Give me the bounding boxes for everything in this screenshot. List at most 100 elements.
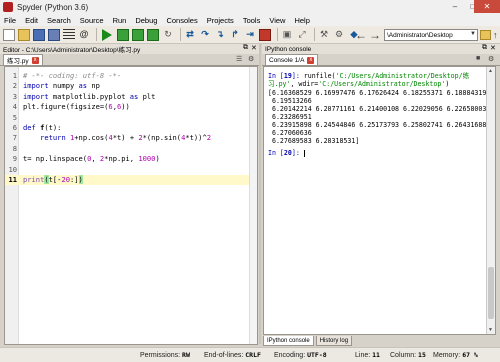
run-selection-icon[interactable]: [147, 28, 159, 41]
menu-debug[interactable]: Debug: [135, 16, 157, 25]
step-return-icon[interactable]: ↱: [229, 29, 241, 41]
console-pane-controls: ⧉ ✕: [479, 44, 496, 54]
menu-view[interactable]: View: [269, 16, 285, 25]
menu-projects[interactable]: Projects: [207, 16, 234, 25]
editor-tab-label: 练习.py: [7, 58, 29, 65]
close-button[interactable]: ✕: [474, 0, 500, 13]
menu-run[interactable]: Run: [113, 16, 127, 25]
line-number: 1: [12, 71, 17, 80]
menu-edit[interactable]: Edit: [25, 16, 38, 25]
menu-help[interactable]: Help: [294, 16, 309, 25]
code-line[interactable]: 2 import numpy as np: [5, 81, 257, 91]
console-bottom-tabs: IPython console History log: [263, 336, 354, 346]
open-file-icon[interactable]: [18, 28, 30, 41]
code-text: plt.figure(figsize=(6,6)): [23, 102, 130, 112]
console-tab[interactable]: Console 1/A x: [265, 54, 319, 65]
forward-arrow-icon[interactable]: →: [369, 28, 381, 42]
run-cell-icon[interactable]: [117, 28, 129, 41]
stop-kernel-icon[interactable]: ■: [476, 55, 480, 62]
code-line[interactable]: 1 # -*- coding: utf-8 -*-: [5, 71, 257, 81]
working-directory-input[interactable]: \Administrator\Desktop ▼: [384, 29, 478, 41]
code-line[interactable]: 3 import matplotlib.pyplot as plt: [5, 92, 257, 102]
code-line[interactable]: 7 return 1+np.cos(4*t) + 2*(np.sin(4*t))…: [5, 133, 257, 143]
editor-pane-title: Editor - C:\Users\Administrator\Desktop\…: [0, 44, 259, 54]
back-arrow-icon[interactable]: ←: [355, 28, 367, 42]
code-line[interactable]: 4 plt.figure(figsize=(6,6)): [5, 102, 257, 112]
line-number: 3: [12, 91, 17, 101]
status-column: Column: 15: [390, 351, 426, 359]
preferences-icon[interactable]: ⚒: [318, 29, 330, 41]
continue-icon[interactable]: ⇥: [244, 29, 256, 41]
pane-splitter[interactable]: [259, 44, 261, 344]
menu-search[interactable]: Search: [47, 16, 71, 25]
console-prompt: In [19]:: [268, 72, 304, 80]
save-icon[interactable]: [33, 28, 45, 41]
menu-file[interactable]: File: [4, 16, 16, 25]
code-text: import numpy as np: [23, 81, 100, 91]
options-icon[interactable]: ⚙: [488, 55, 494, 63]
run-cell-advance-icon[interactable]: [132, 28, 144, 41]
code-line[interactable]: 5: [5, 113, 257, 123]
code-text: print(t[-20:]): [23, 175, 83, 184]
code-line[interactable]: 9 t= np.linspace(0, 2*np.pi, 1000): [5, 154, 257, 164]
menu-source[interactable]: Source: [80, 16, 104, 25]
console-current-prompt[interactable]: In [20]:: [268, 149, 305, 157]
close-pane-icon[interactable]: ✕: [251, 44, 257, 54]
parent-directory-icon[interactable]: ↑: [493, 28, 498, 42]
editor-tab-bar: 练习.py x: [0, 54, 259, 66]
console-scrollbar[interactable]: ▲ ▼: [486, 67, 495, 334]
editor-title-text: Editor - C:\Users\Administrator\Desktop\…: [3, 47, 141, 54]
scroll-down-icon[interactable]: ▼: [488, 327, 493, 333]
menu-consoles[interactable]: Consoles: [166, 16, 197, 25]
at-icon[interactable]: @: [78, 29, 90, 41]
ipython-console[interactable]: In [19]: runfile('C:/Users/Administrator…: [263, 66, 496, 335]
console-prompt: In [20]:: [268, 149, 304, 157]
tab-ipython-console[interactable]: IPython console: [263, 336, 314, 346]
step-icon[interactable]: ↷: [199, 29, 211, 41]
close-window-control: ✕: [474, 0, 500, 14]
console-output-line: 6.27689583 6.28318531]: [268, 137, 360, 145]
stop-debug-icon[interactable]: [259, 28, 271, 41]
status-bar: Permissions: RW End-of-lines: CRLF Encod…: [0, 347, 500, 362]
chevron-down-icon[interactable]: ▼: [470, 31, 476, 37]
undock-icon[interactable]: ⧉: [482, 44, 487, 54]
status-eol: End-of-lines: CRLF: [204, 351, 261, 359]
step-into-icon[interactable]: ↴: [214, 29, 226, 41]
save-all-icon[interactable]: [48, 28, 60, 41]
code-editor[interactable]: 1 # -*- coding: utf-8 -*- 2 import numpy as…: [4, 66, 258, 345]
console-title-text: IPython console: [265, 45, 312, 53]
code-line[interactable]: 11 print(t[-20:]): [5, 175, 257, 185]
tab-history-log[interactable]: History log: [315, 336, 353, 346]
line-number: 11: [8, 175, 17, 184]
close-pane-icon[interactable]: ✕: [490, 44, 496, 54]
close-tab-icon[interactable]: x: [31, 56, 39, 64]
code-text: t= np.linspace(0, 2*np.pi, 1000): [23, 154, 160, 164]
run-icon[interactable]: [102, 28, 112, 41]
close-tab-icon[interactable]: x: [307, 56, 315, 64]
maximize-pane-icon[interactable]: ▣: [281, 29, 293, 41]
console-output-line: [6.16368529 6.16997476 6.17626424 6.1825…: [268, 89, 487, 97]
code-line[interactable]: 6 def f(t):: [5, 123, 257, 133]
menu-tools[interactable]: Tools: [243, 16, 261, 25]
scroll-up-icon[interactable]: ▲: [488, 68, 493, 74]
undock-icon[interactable]: ⧉: [243, 44, 248, 54]
fullscreen-icon[interactable]: ⤢: [296, 29, 308, 41]
scroll-thumb[interactable]: [488, 267, 494, 319]
minimize-button[interactable]: –: [446, 0, 464, 13]
pythonpath-icon[interactable]: ⚙: [333, 29, 345, 41]
list-icon[interactable]: [63, 28, 75, 41]
browse-folder-icon[interactable]: [480, 30, 491, 40]
editor-tab[interactable]: 练习.py x: [3, 54, 43, 65]
code-line[interactable]: 10: [5, 165, 257, 175]
rerun-icon[interactable]: ↻: [162, 29, 174, 41]
code-line[interactable]: 8: [5, 144, 257, 154]
working-directory-value: \Administrator\Desktop: [387, 31, 453, 39]
options-icon[interactable]: ⚙: [248, 55, 254, 63]
console-input-line: 习.py', wdir='C:/Users/Administrator/Desk…: [268, 80, 450, 88]
console-tab-bar: Console 1/A x: [262, 54, 500, 66]
new-file-icon[interactable]: [3, 28, 15, 41]
editor-scrollbar[interactable]: [249, 67, 257, 344]
browse-tabs-icon[interactable]: ☰: [236, 55, 242, 63]
debug-icon[interactable]: ⇄: [184, 29, 196, 41]
line-number: 8: [12, 143, 17, 153]
